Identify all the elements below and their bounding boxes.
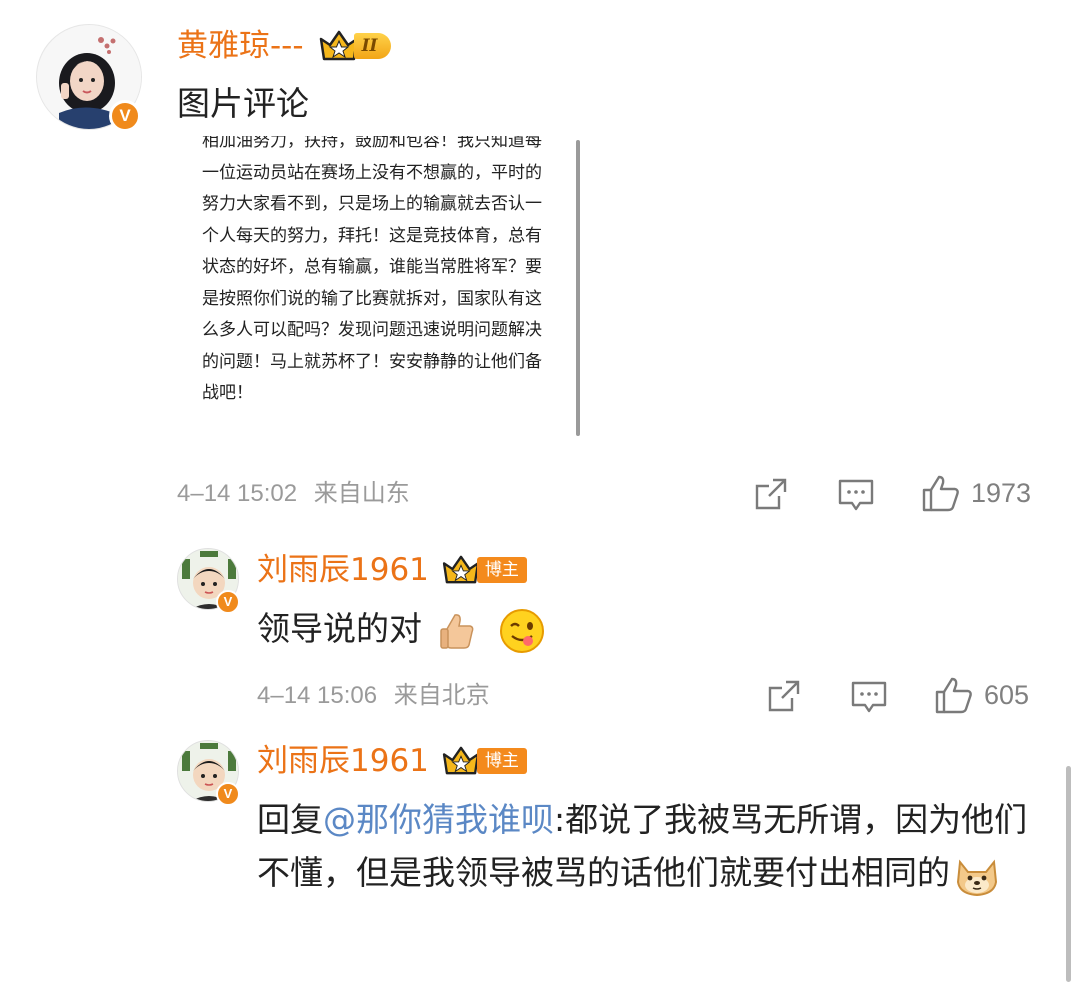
comment-icon (851, 681, 887, 713)
reply-meta: 4–14 15:06 来自北京 (257, 680, 490, 712)
crown-icon (442, 555, 480, 584)
comment-image-text: 相加油努力，扶持，鼓励和包容！我只知道每一位运动员站在赛场上没有不想赢的，平时的… (202, 136, 542, 403)
like-icon (922, 475, 959, 512)
like-icon (935, 677, 972, 714)
main-location: 来自山东 (313, 480, 410, 507)
comment-image[interactable]: 相加油努力，扶持，鼓励和包容！我只知道每一位运动员站在赛场上没有不想赢的，平时的… (196, 136, 580, 436)
vip-level-badge: 博主 (441, 745, 527, 777)
yum-emoji (499, 608, 545, 654)
reply-timestamp: 4–14 15:06 (257, 682, 378, 709)
comment-icon (838, 479, 874, 511)
main-comment-header: 黄雅琼--- II (177, 26, 392, 66)
level-tag: II (353, 33, 392, 59)
main-timestamp: 4–14 15:02 (177, 480, 298, 507)
main-comment-meta: 4–14 15:02 来自山东 (177, 478, 410, 510)
reply-prefix: 回复 (257, 800, 323, 839)
reply-verified-badge: V (216, 782, 240, 806)
reply-verified-badge: V (216, 590, 240, 614)
reply-text: 领导说的对 (257, 609, 422, 648)
like-button[interactable]: 1973 (921, 474, 1031, 512)
page-scrollbar[interactable] (1066, 766, 1071, 982)
doge-emoji (954, 852, 1000, 898)
crown-icon (442, 746, 480, 775)
comment-button[interactable] (837, 477, 875, 513)
main-comment-text: 图片评论 (177, 84, 309, 123)
host-tag: 博主 (476, 748, 527, 774)
reply-text-row: 领导说的对 (257, 602, 545, 655)
mention-link[interactable]: @那你猜我谁呗 (323, 800, 554, 839)
reply-username[interactable]: 刘雨辰1961 (257, 741, 429, 781)
reply-username[interactable]: 刘雨辰1961 (257, 550, 429, 590)
like-button[interactable]: 605 (934, 676, 1029, 714)
share-button[interactable] (753, 476, 789, 512)
like-count: 1973 (971, 478, 1032, 508)
verified-badge: V (109, 100, 141, 132)
reply-header: 刘雨辰1961 博主 (257, 550, 527, 590)
share-icon (755, 478, 787, 510)
reply-location: 来自北京 (393, 682, 490, 709)
share-button[interactable] (766, 678, 802, 714)
host-tag: 博主 (476, 557, 527, 583)
like-count: 605 (984, 680, 1030, 710)
share-icon (768, 680, 800, 712)
image-scrollbar[interactable] (576, 140, 580, 436)
main-username[interactable]: 黄雅琼--- (177, 26, 304, 66)
reply-text-block: 回复@那你猜我谁呗:都说了我被骂无所谓，因为他们不懂，但是我领导被骂的话他们就要… (257, 793, 1057, 899)
comment-button[interactable] (850, 679, 888, 715)
thumbs-up-emoji (439, 611, 475, 651)
reply-header: 刘雨辰1961 博主 (257, 741, 527, 781)
vip-level-badge: II (318, 29, 392, 63)
vip-level-badge: 博主 (441, 554, 527, 586)
